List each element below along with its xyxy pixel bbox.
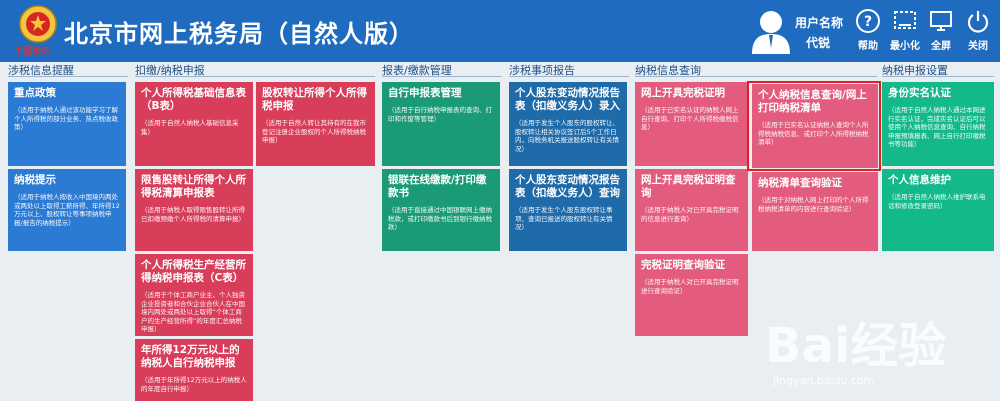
tile-business-income-form-c[interactable]: 个人所得税生产经营所得纳税申报表（C表） （适用于个体工商户业主、个人独资企业投… bbox=[135, 254, 253, 336]
close-label: 关闭 bbox=[968, 41, 988, 52]
tile-title: 重点政策 bbox=[14, 87, 56, 99]
user-id: 代锐 bbox=[806, 36, 831, 50]
tile-desc: （适用于纳税人对已开具完税证明进行查询验证） bbox=[641, 278, 739, 295]
logo-text: 中国税务 bbox=[14, 47, 51, 57]
help-icon: ? bbox=[856, 9, 880, 33]
tile-desc: （适用于纳税人取得限售股转让所得已扣缴预缴个人所得税的清算申报） bbox=[141, 206, 245, 223]
tile-tax-tips[interactable]: 纳税提示 （适用于纳税人按收入中国境内两处或两处以上取得工薪所得、年所得12万元… bbox=[8, 169, 126, 251]
tile-restricted-stock-settlement[interactable]: 限售股转让所得个人所得税清算申报表 （适用于纳税人取得限售股转让所得已扣缴预缴个… bbox=[135, 169, 253, 251]
section-label: 报表/缴款管理 bbox=[382, 64, 452, 77]
svg-text:?: ? bbox=[864, 14, 872, 30]
section-withholding-declaration: 扣缴/纳税申报 bbox=[135, 62, 375, 77]
tile-tax-list-verification[interactable]: 纳税清单查询验证 （适用于对纳税人网上打印的个人所得税纳税清单的内容进行查询验证… bbox=[752, 172, 878, 251]
tile-online-tax-certificate[interactable]: 网上开具完税证明 （适用于已实名认证的纳税人网上自行查询、打印个人所得税缴税信息… bbox=[635, 82, 748, 166]
tile-personal-tax-info-query[interactable]: 个人纳税信息查询/网上打印纳税清单 （适用于已实名认证纳税人查询个人所得税纳税信… bbox=[752, 84, 878, 168]
section-label: 纳税申报设置 bbox=[882, 64, 948, 77]
app-title: 北京市网上税务局（自然人版） bbox=[64, 20, 414, 48]
tile-identity-verification[interactable]: 身份实名认证 （适用于自然人纳税人通过本网进行实名认证，完成实名认证后可以使用个… bbox=[882, 82, 994, 166]
tile-equity-transfer-declaration[interactable]: 股权转让所得个人所得税申报 （适用于自然人转让其持有的在我市登记注册企业股权的个… bbox=[256, 82, 375, 166]
section-tax-info-query: 纳税信息查询 bbox=[635, 62, 877, 77]
svg-text:Bai经验: Bai经验 bbox=[765, 318, 946, 374]
section-label: 涉税信息提醒 bbox=[8, 64, 74, 77]
tile-annual-income-declaration[interactable]: 年所得12万元以上的纳税人自行纳税申报 （适用于年所得12万元以上的纳税人的年度… bbox=[135, 339, 253, 401]
tile-title: 个人所得税基础信息表（B表） bbox=[141, 87, 246, 112]
tile-title: 限售股转让所得个人所得税清算申报表 bbox=[141, 174, 246, 199]
tile-key-policies[interactable]: 重点政策 （适用于纳税人通过该功能学习了解个人所得税的部分业务、热点税收政策） bbox=[8, 82, 126, 166]
tile-shareholder-change-query[interactable]: 个人股东变动情况报告表（扣缴义务人）查询 （适用于发生个人股东股权转让事项、查询… bbox=[509, 169, 627, 251]
tile-title: 个人所得税生产经营所得纳税申报表（C表） bbox=[141, 259, 246, 284]
tile-desc: （适用于发生个人股东股权转让事项、查询已报送的股权转让有关情况） bbox=[515, 206, 613, 231]
tile-unionpay-payment[interactable]: 银联在线缴款/打印缴款书 （适用于直接通过中国银联网上缴纳税款，或打印缴款书后到… bbox=[382, 169, 500, 251]
tile-title: 银联在线缴款/打印缴款书 bbox=[388, 174, 487, 199]
tile-desc: （适用于发生个人股东的股权转让、股权转让相关协议签订后5个工作日内，向税务机关报… bbox=[515, 119, 619, 153]
tile-desc: （适用于自然人纳税人通过本网进行实名认证，完成实名认证后可以使用个人纳税信息查询… bbox=[888, 106, 986, 148]
tile-self-declaration-management[interactable]: 自行申报表管理 （适用于自行纳税申报表的查询、打印和作废等管理） bbox=[382, 82, 500, 166]
section-report-payment: 报表/缴款管理 bbox=[382, 62, 502, 77]
app-header: 中国税务 北京市网上税务局（自然人版） 用户名称 代锐 ? 帮助 最小化 全屏 … bbox=[0, 0, 1000, 62]
minimize-icon bbox=[894, 11, 916, 29]
tile-desc: （适用于纳税人对已开具完税证明的信息进行查询） bbox=[641, 206, 739, 223]
tile-desc: （适用于自然人转让其持有的在我市登记注册企业股权的个人所得税纳税申报） bbox=[262, 119, 366, 144]
tile-tax-certificate-query[interactable]: 网上开具完税证明查询 （适用于纳税人对已开具完税证明的信息进行查询） bbox=[635, 169, 748, 251]
watermark-url: jingyan.baidu.com bbox=[773, 374, 875, 387]
tile-desc: （适用于对纳税人网上打印的个人所得税纳税清单的内容进行查询验证） bbox=[758, 196, 869, 213]
tile-desc: （适用于已实名认证的纳税人网上自行查询、打印个人所得税缴税信息） bbox=[641, 106, 739, 131]
tile-shareholder-change-entry[interactable]: 个人股东变动情况报告表（扣缴义务人）录入 （适用于发生个人股东的股权转让、股权转… bbox=[509, 82, 627, 166]
tile-desc: （适用于纳税人按收入中国境内两处或两处以上取得工薪所得、年所得12万元以上、股权… bbox=[14, 193, 120, 227]
section-declaration-settings: 纳税申报设置 bbox=[882, 62, 994, 77]
user-name-label: 用户名称 bbox=[795, 16, 844, 30]
tile-title: 个人股东变动情况报告表（扣缴义务人）查询 bbox=[515, 174, 620, 199]
section-label: 扣缴/纳税申报 bbox=[135, 64, 205, 77]
section-tax-matters-report: 涉税事项报告 bbox=[509, 62, 629, 77]
section-tax-reminders: 涉税信息提醒 bbox=[8, 62, 128, 77]
close-button[interactable]: 关闭 bbox=[956, 6, 1000, 56]
tile-desc: （适用于自行纳税申报表的查询、打印和作废等管理） bbox=[388, 106, 492, 123]
tile-title: 年所得12万元以上的纳税人自行纳税申报 bbox=[141, 344, 240, 369]
tile-title: 身份实名认证 bbox=[888, 87, 951, 99]
tile-title: 个人纳税信息查询/网上打印纳税清单 bbox=[758, 89, 867, 114]
tile-desc: （适用于直接通过中国银联网上缴纳税款，或打印缴款书后到银行缴纳税款） bbox=[388, 206, 492, 231]
tile-desc: （适用于年所得12万元以上的纳税人的年度自行申报） bbox=[141, 376, 247, 393]
tile-desc: （适用于纳税人通过该功能学习了解个人所得税的部分业务、热点税收政策） bbox=[14, 106, 118, 131]
tile-personal-info-maintenance[interactable]: 个人信息维护 （适用于自然人纳税人维护联系电话和修改登录密码） bbox=[882, 169, 994, 251]
tile-tax-certificate-verification[interactable]: 完税证明查询验证 （适用于纳税人对已开具完税证明进行查询验证） bbox=[635, 254, 748, 336]
tile-basic-info-form-b[interactable]: 个人所得税基础信息表（B表） （适用于自然人纳税人基础信息采集） bbox=[135, 82, 253, 166]
power-icon bbox=[967, 11, 989, 33]
tile-title: 网上开具完税证明查询 bbox=[641, 174, 736, 199]
tile-desc: （适用于已实名认证纳税人查询个人所得税纳税信息、或打印个人所得税纳税清单） bbox=[758, 121, 869, 146]
tile-title: 纳税提示 bbox=[14, 174, 56, 186]
tile-desc: （适用于个体工商户业主、个人独资企业投资者和合伙企业合伙人在中国境内两处或两处以… bbox=[141, 291, 245, 333]
tile-title: 个人信息维护 bbox=[888, 174, 951, 186]
section-label: 涉税事项报告 bbox=[509, 64, 575, 77]
tile-title: 完税证明查询验证 bbox=[641, 259, 725, 271]
tile-title: 自行申报表管理 bbox=[388, 87, 462, 99]
user-avatar-icon bbox=[752, 11, 790, 54]
tax-emblem-icon bbox=[19, 5, 57, 43]
tile-title: 纳税清单查询验证 bbox=[758, 177, 842, 189]
tile-desc: （适用于自然人纳税人维护联系电话和修改登录密码） bbox=[888, 193, 986, 210]
tile-title: 股权转让所得个人所得税申报 bbox=[262, 87, 367, 112]
tile-title: 网上开具完税证明 bbox=[641, 87, 725, 99]
fullscreen-icon bbox=[930, 11, 952, 31]
section-label: 纳税信息查询 bbox=[635, 64, 701, 77]
tile-desc: （适用于自然人纳税人基础信息采集） bbox=[141, 119, 239, 136]
tile-title: 个人股东变动情况报告表（扣缴义务人）录入 bbox=[515, 87, 620, 112]
